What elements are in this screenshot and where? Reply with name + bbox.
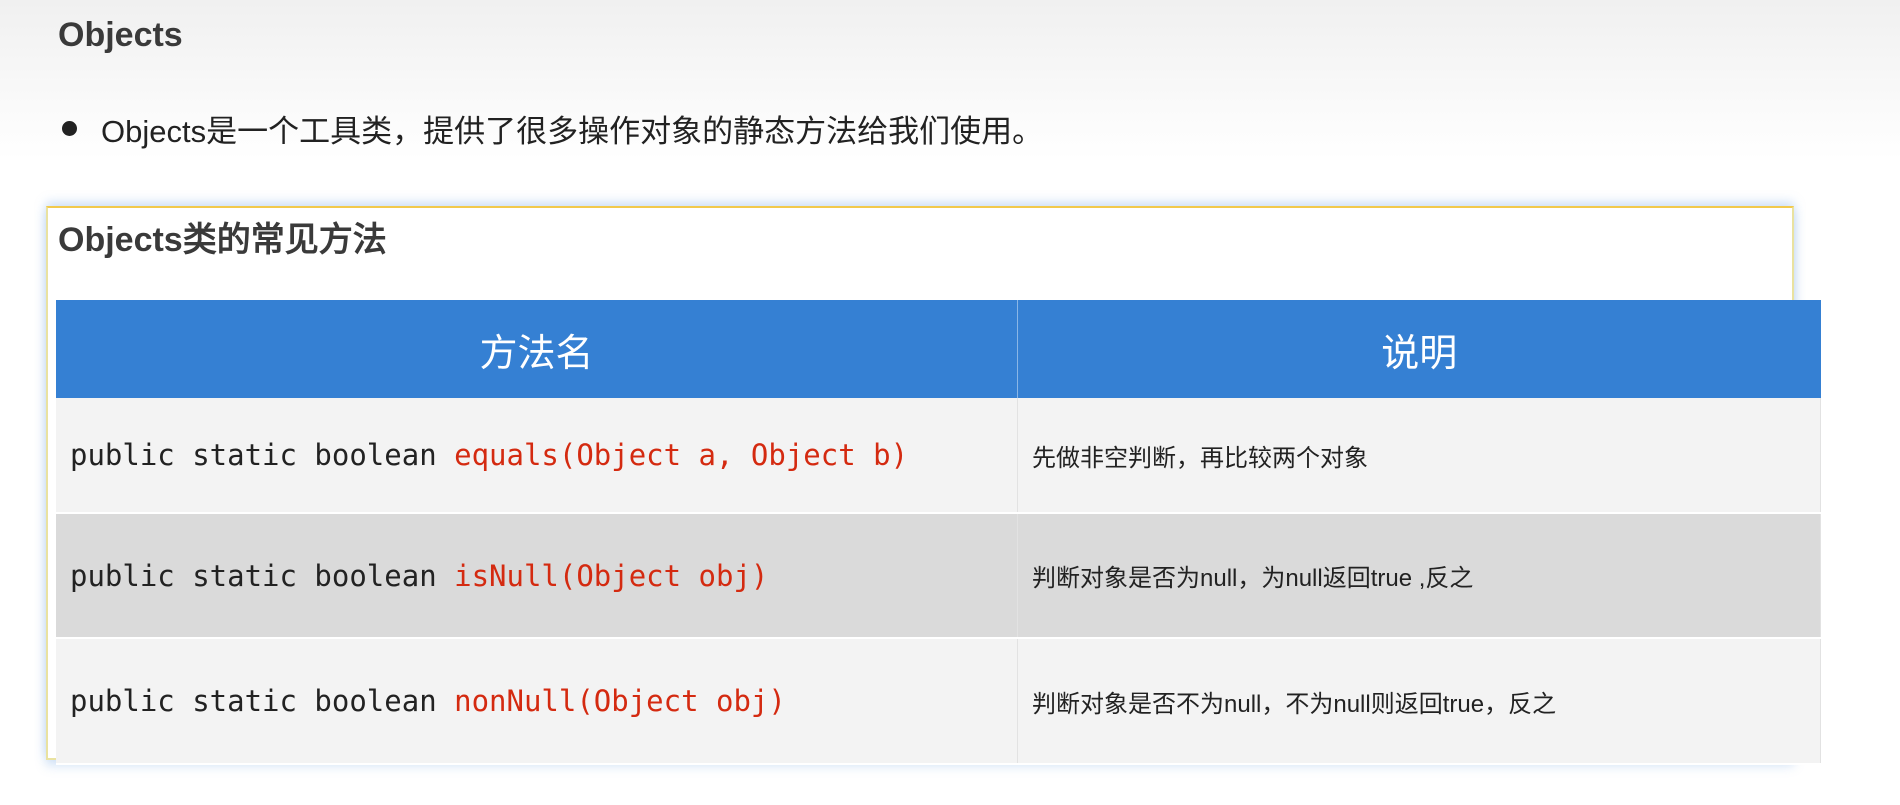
method-signature: public static boolean nonNull(Object obj… xyxy=(56,638,1018,765)
method-name: isNull(Object obj) xyxy=(454,558,769,593)
page-title: Objects xyxy=(58,16,183,54)
method-description: 判断对象是否不为null，不为null则返回true，反之 xyxy=(1017,638,1821,765)
bullet-text: Objects是一个工具类，提供了很多操作对象的静态方法给我们使用。 xyxy=(101,114,1044,149)
signature-prefix: public static boolean xyxy=(70,438,455,472)
signature-prefix: public static boolean xyxy=(70,558,455,593)
method-signature: public static boolean isNull(Object obj) xyxy=(56,513,1018,639)
table-row: public static boolean equals(Object a, O… xyxy=(56,398,1821,514)
signature-prefix: public static boolean xyxy=(70,684,455,718)
method-description: 先做非空判断，再比较两个对象 xyxy=(1017,398,1821,514)
method-name: equals(Object a, Object b) xyxy=(454,438,909,472)
table-row: public static boolean isNull(Object obj)… xyxy=(56,513,1821,639)
header-description: 说明 xyxy=(1017,300,1821,398)
card-title: Objects类的常见方法 xyxy=(58,221,387,259)
header-method-name: 方法名 xyxy=(56,300,1018,398)
table-header: 方法名 说明 xyxy=(56,300,1821,398)
bullet-item: Objects是一个工具类，提供了很多操作对象的静态方法给我们使用。 xyxy=(62,106,1043,151)
methods-table: 方法名 说明 public static boolean equals(Obje… xyxy=(56,300,1821,765)
method-name: nonNull(Object obj) xyxy=(454,684,786,718)
method-description: 判断对象是否为null，为null返回true ,反之 xyxy=(1017,513,1821,639)
table-row: public static boolean nonNull(Object obj… xyxy=(56,638,1821,765)
bullet-icon xyxy=(62,121,77,136)
method-signature: public static boolean equals(Object a, O… xyxy=(56,398,1018,514)
